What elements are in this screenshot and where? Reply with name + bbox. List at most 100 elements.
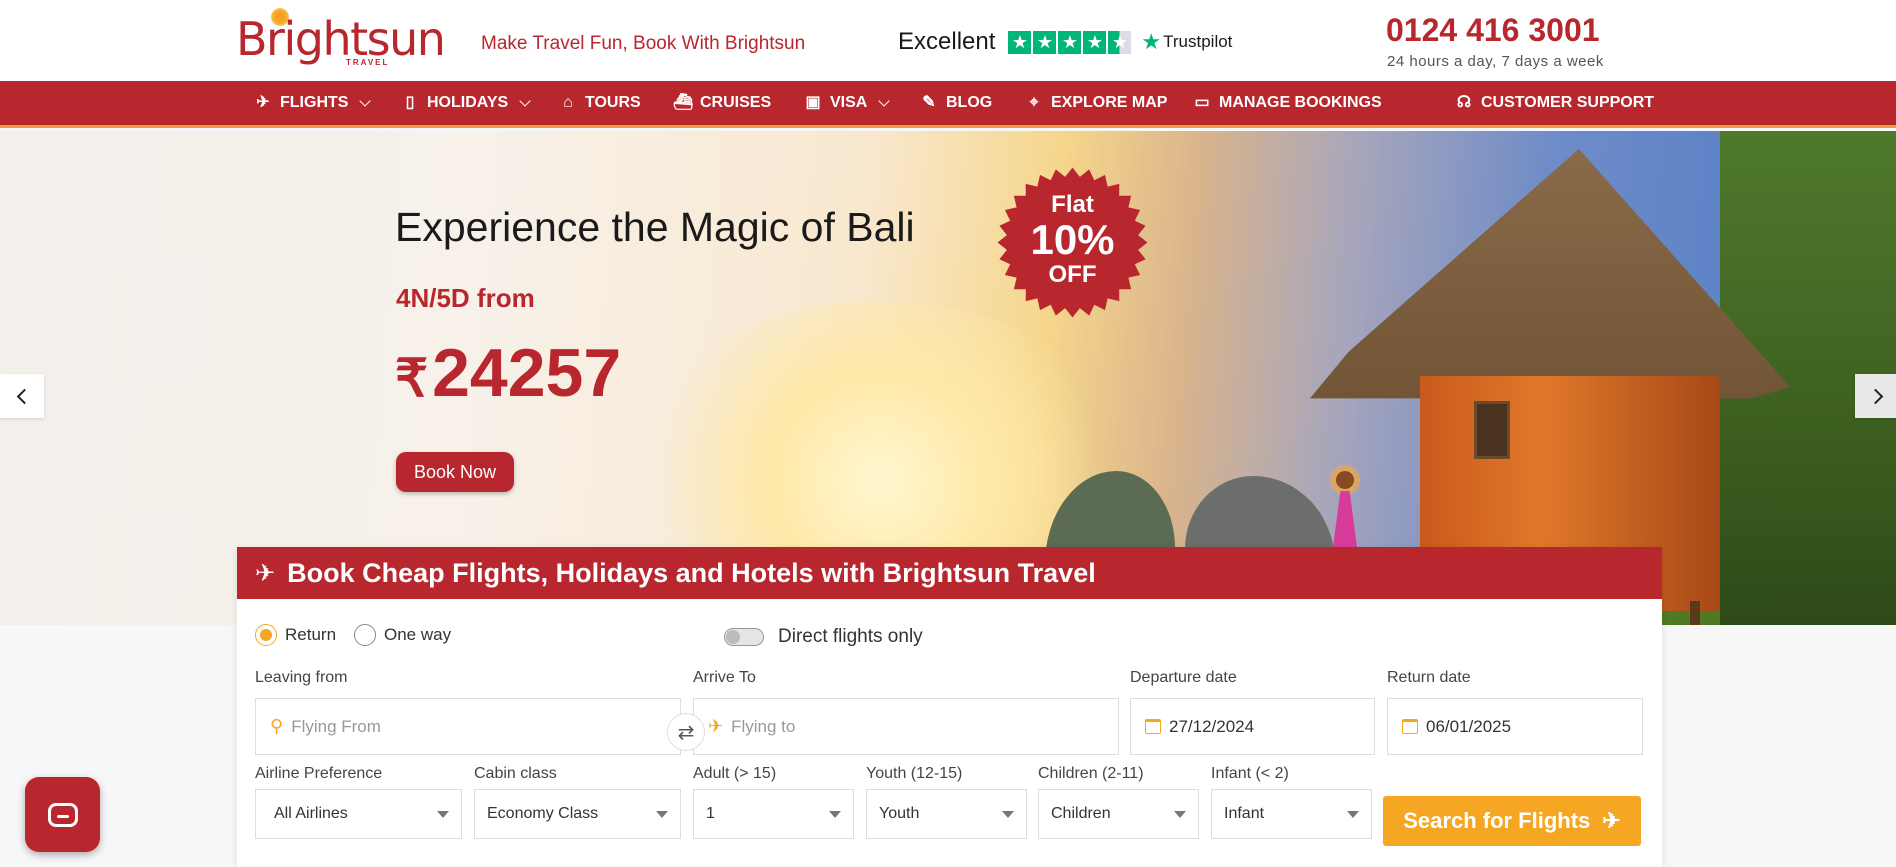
adult-label: Adult (> 15) xyxy=(693,765,777,782)
radio-label: Return xyxy=(285,625,337,644)
adult-value: 1 xyxy=(706,805,715,822)
return-date-input[interactable]: 06/01/2025 xyxy=(1387,698,1643,755)
nav-label: CRUISES xyxy=(700,94,772,111)
cabin-class-select[interactable]: Economy Class xyxy=(474,789,681,839)
flying-from-placeholder: Flying From xyxy=(291,716,381,736)
nav-tours[interactable]: ⌂ TOURS xyxy=(558,81,641,125)
map-icon: ⌖ xyxy=(1029,94,1039,111)
nav-blog[interactable]: ✎ BLOG xyxy=(919,81,992,125)
direct-flights-toggle[interactable]: Direct flights only xyxy=(724,626,923,648)
cabin-class-label: Cabin class xyxy=(474,765,557,782)
caret-down-icon xyxy=(1347,810,1359,818)
trustpilot-stars: ★ ★ ★ ★ ★ xyxy=(1008,30,1132,54)
nav-label: FLIGHTS xyxy=(280,94,349,111)
radio-label: One way xyxy=(384,625,452,644)
trustpilot-logo: Trustpilot xyxy=(1163,32,1233,51)
airline-preference-value: All Airlines xyxy=(274,805,348,822)
nav-customer-support[interactable]: ☊ CUSTOMER SUPPORT xyxy=(1454,81,1654,125)
nav-cruises[interactable]: ⛴ CRUISES xyxy=(673,81,771,125)
trustpilot-widget[interactable]: Excellent ★ ★ ★ ★ ★ ★ Trustpilot xyxy=(898,27,1232,57)
phone-number[interactable]: 0124 416 3001 xyxy=(1386,12,1600,49)
brightsun-logo[interactable]: Brightsun TRAVEL xyxy=(236,8,446,70)
cabin-class-value: Economy Class xyxy=(487,805,599,822)
trip-type-return[interactable]: Return xyxy=(255,624,336,646)
badge-top: Flat xyxy=(1051,191,1094,218)
monument-icon: ⌂ xyxy=(563,94,573,111)
currency-symbol: ₹ xyxy=(395,350,429,408)
chevron-down-icon xyxy=(359,95,372,107)
hero-subtitle: 4N/5D from xyxy=(396,283,535,313)
flight-search-panel: ✈ Book Cheap Flights, Holidays and Hotel… xyxy=(237,547,1662,867)
plane-icon: ✈ xyxy=(1602,808,1621,833)
nav-manage-bookings[interactable]: ▭ MANAGE BOOKINGS xyxy=(1192,81,1382,125)
children-label: Children (2-11) xyxy=(1038,765,1144,782)
ship-icon: ⛴ xyxy=(673,94,694,111)
chat-widget-button[interactable] xyxy=(25,777,100,852)
airline-preference-label: Airline Preference xyxy=(255,765,383,782)
chevron-down-icon xyxy=(878,95,891,107)
toggle-switch[interactable] xyxy=(724,628,764,646)
nav-label: BLOG xyxy=(946,94,993,111)
logo-subtext: TRAVEL xyxy=(346,58,390,67)
nav-label: TOURS xyxy=(585,94,641,111)
children-select[interactable]: Children xyxy=(1038,789,1199,839)
nav-flights[interactable]: ✈ FLIGHTS xyxy=(253,81,372,125)
hero-price: ₹24257 xyxy=(395,334,621,412)
youth-value: Youth xyxy=(879,805,920,822)
flying-to-input[interactable]: ✈ Flying to xyxy=(693,698,1119,755)
infant-select[interactable]: Infant xyxy=(1211,789,1372,839)
radio-button[interactable] xyxy=(354,624,376,646)
leaving-from-label: Leaving from xyxy=(255,669,348,686)
trip-type-one-way[interactable]: One way xyxy=(354,624,451,646)
airline-preference-select[interactable]: All Airlines xyxy=(255,789,462,839)
caret-down-icon xyxy=(1174,810,1186,818)
nav-holidays[interactable]: ▯ HOLIDAYS xyxy=(400,81,531,125)
infant-value: Infant xyxy=(1224,805,1265,822)
swap-airports-button[interactable]: ⇄ xyxy=(667,713,705,751)
nav-explore-map[interactable]: ⌖ EXPLORE MAP xyxy=(1024,81,1167,125)
plane-icon: ✈ xyxy=(255,559,276,587)
star-icon: ★ xyxy=(1033,30,1057,54)
half-star-icon: ★ xyxy=(1108,30,1132,54)
logo-wordmark: Brightsun xyxy=(236,12,446,66)
star-icon: ★ xyxy=(1008,30,1032,54)
search-panel-title: Book Cheap Flights, Holidays and Hotels … xyxy=(287,557,1096,588)
youth-select[interactable]: Youth xyxy=(866,789,1027,839)
return-date-value: 06/01/2025 xyxy=(1426,716,1512,736)
nav-label: CUSTOMER SUPPORT xyxy=(1481,94,1655,111)
nav-label: HOLIDAYS xyxy=(427,94,509,111)
chevron-right-icon xyxy=(1867,388,1883,404)
hero-title: Experience the Magic of Bali xyxy=(395,204,915,250)
radio-button[interactable] xyxy=(255,624,277,646)
nav-visa[interactable]: ▣ VISA xyxy=(803,81,891,125)
return-date-label: Return date xyxy=(1387,669,1471,686)
adult-select[interactable]: 1 xyxy=(693,789,854,839)
star-icon: ★ xyxy=(1083,30,1107,54)
infant-label: Infant (< 2) xyxy=(1211,765,1289,782)
departure-date-label: Departure date xyxy=(1130,669,1237,686)
youth-label: Youth (12-15) xyxy=(866,765,963,782)
swap-icon: ⇄ xyxy=(677,721,695,744)
plane-landing-icon: ✈ xyxy=(708,716,724,736)
main-nav: ✈ FLIGHTS ▯ HOLIDAYS ⌂ TOURS ⛴ CRUISES ▣… xyxy=(0,81,1896,128)
search-flights-button[interactable]: Search for Flights ✈ xyxy=(1383,796,1641,846)
book-now-button[interactable]: Book Now xyxy=(396,452,514,492)
flying-from-input[interactable]: ⚲ Flying From xyxy=(255,698,681,755)
luggage-icon: ▯ xyxy=(405,94,415,111)
chevron-left-icon xyxy=(16,388,32,404)
badge-value: 10% xyxy=(1030,216,1115,263)
passport-icon: ▣ xyxy=(805,94,821,111)
search-panel-header: ✈ Book Cheap Flights, Holidays and Hotel… xyxy=(237,547,1662,599)
carousel-next-button[interactable] xyxy=(1855,374,1896,418)
departure-date-input[interactable]: 27/12/2024 xyxy=(1130,698,1375,755)
chat-icon xyxy=(47,802,78,827)
search-flights-label: Search for Flights xyxy=(1403,808,1591,833)
location-pin-icon: ⚲ xyxy=(270,716,284,736)
carousel-prev-button[interactable] xyxy=(0,374,44,418)
hut-stilt xyxy=(1690,601,1700,625)
chevron-down-icon xyxy=(519,95,531,107)
calendar-icon xyxy=(1145,719,1161,734)
nav-label: MANAGE BOOKINGS xyxy=(1219,94,1382,111)
calendar-icon xyxy=(1402,719,1418,734)
ticket-icon: ▭ xyxy=(1194,94,1210,111)
